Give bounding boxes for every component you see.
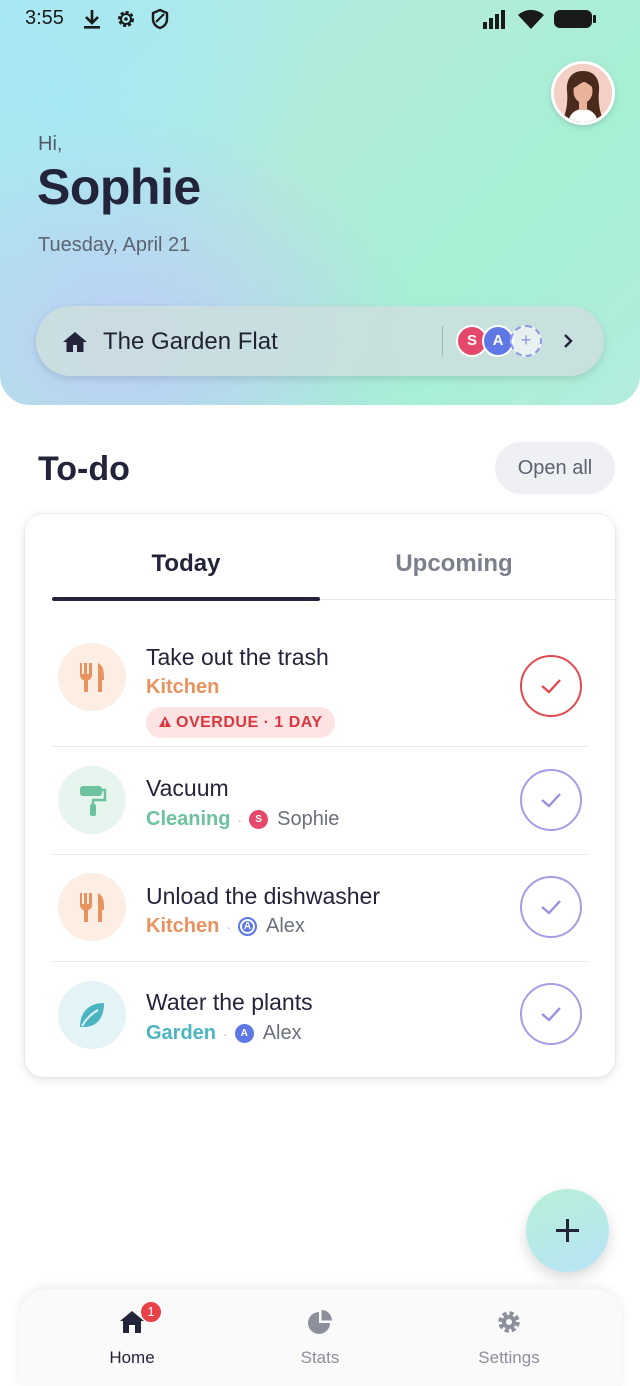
download-icon	[82, 8, 102, 35]
gear-icon	[498, 1311, 520, 1333]
bottom-nav: 1 Home Stats Settings	[19, 1289, 622, 1386]
complete-task-button[interactable]	[520, 655, 582, 717]
checkmark-icon	[541, 793, 561, 808]
chevron-right-icon	[562, 332, 574, 355]
nav-home[interactable]: 1 Home	[62, 1289, 202, 1386]
fork-knife-icon	[80, 663, 104, 692]
paint-roller-icon	[80, 786, 107, 816]
assignee-avatar: A	[238, 917, 258, 936]
battery-icon	[553, 9, 597, 34]
task-category: Kitchen	[146, 915, 220, 937]
nav-home-label: Home	[109, 1348, 155, 1367]
task-row[interactable]: Vacuum Cleaning · S Sophie	[52, 746, 588, 853]
add-task-button[interactable]	[526, 1189, 609, 1272]
current-date: Tuesday, April 21	[38, 234, 191, 256]
task-category: Garden	[146, 1022, 217, 1044]
overdue-label: OVERDUE · 1 DAY	[176, 714, 323, 731]
shield-icon	[150, 8, 170, 35]
nav-settings-label: Settings	[478, 1348, 540, 1367]
home-selector[interactable]: The Garden Flat S A +	[36, 306, 604, 376]
leaf-icon	[80, 1003, 104, 1027]
assignee-name: Alex	[262, 1022, 302, 1044]
task-title: Take out the trash	[146, 644, 329, 670]
assignee-name: Alex	[266, 915, 305, 937]
assignee-name: Sophie	[277, 808, 340, 830]
row-divider	[52, 854, 588, 855]
complete-task-button[interactable]	[520, 769, 582, 831]
assignee-avatar: S	[249, 810, 269, 829]
task-category: Kitchen	[146, 676, 220, 698]
todo-card: Today Upcoming Take out the trash Kitche…	[25, 514, 615, 1077]
row-divider	[52, 961, 588, 962]
row-divider	[52, 746, 588, 747]
task-row[interactable]: Take out the trash Kitchen OVERDUE · 1 D…	[52, 624, 588, 744]
meta-separator: ·	[223, 1025, 228, 1042]
complete-task-button[interactable]	[520, 876, 582, 938]
nav-settings[interactable]: Settings	[439, 1289, 579, 1386]
tab-upcoming[interactable]: Upcoming	[320, 550, 588, 578]
user-name: Sophie	[37, 159, 201, 215]
greeting: Hi,	[38, 133, 63, 155]
gear-icon	[115, 8, 137, 35]
checkmark-icon	[541, 1007, 561, 1022]
warning-icon	[159, 716, 171, 727]
notification-badge: 1	[140, 1301, 162, 1323]
todo-section-title: To-do	[38, 450, 130, 488]
assignee-avatar: A	[234, 1024, 254, 1043]
task-meta: Kitchen · A Alex	[146, 915, 305, 938]
checkmark-icon	[541, 900, 561, 915]
complete-task-button[interactable]	[520, 983, 582, 1045]
pie-chart-icon	[308, 1310, 332, 1334]
task-title: Vacuum	[146, 775, 229, 801]
checkmark-icon	[541, 679, 561, 694]
tab-today[interactable]: Today	[52, 550, 320, 578]
plus-icon	[556, 1219, 579, 1242]
active-tab-indicator	[52, 597, 320, 601]
profile-avatar[interactable]	[551, 61, 615, 125]
category-badge	[58, 766, 126, 834]
nav-stats[interactable]: Stats	[250, 1289, 390, 1386]
task-title: Water the plants	[146, 989, 313, 1015]
task-row[interactable]: Unload the dishwasher Kitchen · A Alex	[52, 854, 588, 961]
task-meta: Kitchen	[146, 676, 219, 699]
task-row[interactable]: Water the plants Garden · A Alex	[52, 961, 588, 1069]
category-badge	[58, 643, 126, 711]
category-badge	[58, 981, 126, 1049]
category-badge	[58, 873, 126, 941]
task-category: Cleaning	[146, 808, 231, 830]
house-icon	[62, 330, 88, 359]
nav-stats-label: Stats	[300, 1348, 340, 1367]
home-name: The Garden Flat	[103, 328, 278, 355]
open-all-button[interactable]: Open all	[495, 442, 615, 494]
add-member-button[interactable]: +	[510, 325, 542, 357]
task-meta: Cleaning · S Sophie	[146, 808, 339, 831]
meta-separator: ·	[226, 918, 232, 935]
fork-knife-icon	[80, 893, 104, 922]
task-meta: Garden · A Alex	[146, 1022, 302, 1045]
wifi-icon	[517, 8, 545, 35]
task-title: Unload the dishwasher	[146, 883, 380, 909]
divider	[442, 326, 443, 356]
status-time: 3:55	[25, 7, 64, 29]
overdue-badge: OVERDUE · 1 DAY	[146, 707, 335, 738]
meta-separator: ·	[237, 811, 243, 828]
status-bar: 3:55	[0, 0, 640, 40]
signal-icon	[481, 8, 509, 35]
